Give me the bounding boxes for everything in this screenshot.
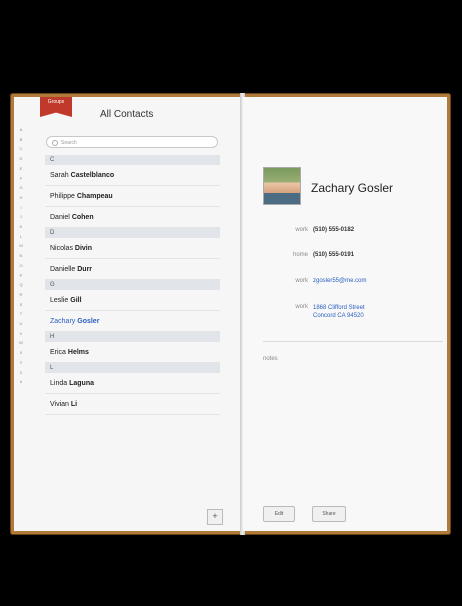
- index-letter[interactable]: S: [20, 300, 23, 310]
- section-header: L: [45, 363, 220, 373]
- contact-row[interactable]: Erica Helms: [45, 342, 220, 363]
- index-letter[interactable]: R: [20, 290, 23, 300]
- contact-last-name: Champeau: [76, 193, 113, 200]
- field-label: work: [295, 278, 308, 284]
- contact-detail-page: Zachary Gosler work (510) 555-0182 home …: [243, 97, 447, 531]
- field-label: home: [292, 252, 308, 258]
- contact-photo: [263, 167, 301, 205]
- index-letter[interactable]: K: [20, 222, 23, 232]
- index-letter[interactable]: P: [20, 271, 23, 281]
- contact-row[interactable]: Sarah Castelblanco: [45, 165, 220, 186]
- index-letter[interactable]: E: [20, 164, 23, 174]
- edit-button[interactable]: Edit: [263, 506, 295, 522]
- index-letter[interactable]: T: [20, 309, 22, 319]
- section-header: H: [45, 332, 220, 342]
- notes-label[interactable]: notes: [263, 356, 308, 362]
- search-placeholder: Search: [61, 140, 77, 146]
- field-work-email[interactable]: work zgosler55@me.com: [263, 278, 438, 290]
- index-letter[interactable]: G: [19, 183, 22, 193]
- share-button[interactable]: Share: [312, 506, 346, 522]
- contact-row[interactable]: Leslie Gill: [45, 290, 220, 311]
- contact-last-name: Cohen: [71, 214, 94, 221]
- field-value[interactable]: zgosler55@me.com: [313, 278, 366, 284]
- contact-last-name: Laguna: [69, 380, 94, 387]
- section-header: G: [45, 280, 220, 290]
- page-title: All Contacts: [100, 109, 154, 120]
- search-icon: [52, 140, 58, 146]
- search-input[interactable]: Search: [46, 136, 218, 148]
- section-header: D: [45, 228, 220, 238]
- index-letter[interactable]: L: [20, 232, 22, 242]
- index-letter[interactable]: O: [19, 261, 22, 271]
- add-contact-button[interactable]: +: [207, 509, 223, 525]
- field-home-phone[interactable]: home (510) 555-0191: [263, 252, 438, 264]
- groups-ribbon-button[interactable]: Groups: [40, 97, 72, 117]
- index-letter[interactable]: M: [19, 241, 22, 251]
- contacts-list-page: A B C D E F G H I J K L M N O P Q R S T U V W X Y Z # Groups All C…: [14, 97, 241, 531]
- contact-row[interactable]: Vivian Li: [45, 394, 220, 415]
- index-letter[interactable]: C: [20, 144, 23, 154]
- field-value[interactable]: (510) 555-0182: [313, 227, 354, 233]
- index-letter[interactable]: V: [20, 329, 23, 339]
- index-letter[interactable]: B: [20, 135, 23, 145]
- index-letter[interactable]: A: [20, 125, 23, 135]
- alphabet-index[interactable]: A B C D E F G H I J K L M N O P Q R S T U V W X Y Z #: [14, 125, 28, 525]
- contact-last-name: Gosler: [77, 318, 100, 325]
- contact-name: Zachary Gosler: [311, 181, 394, 195]
- field-value[interactable]: (510) 555-0191: [313, 252, 354, 258]
- contact-first-name: Nicolas: [50, 245, 73, 252]
- contact-last-name: Castelblanco: [70, 172, 115, 179]
- contact-first-name: Philippe: [50, 193, 75, 200]
- index-letter[interactable]: U: [20, 319, 23, 329]
- field-label: work: [295, 227, 308, 233]
- field-value[interactable]: 1868 Clifford Street Concord CA 94520: [313, 304, 365, 320]
- contact-first-name: Leslie: [50, 297, 69, 304]
- index-letter[interactable]: H: [20, 193, 23, 203]
- field-label: work: [295, 304, 308, 310]
- index-letter[interactable]: F: [20, 174, 22, 184]
- contact-last-name: Divin: [74, 245, 93, 252]
- index-letter[interactable]: D: [20, 154, 23, 164]
- contact-row[interactable]: Zachary Gosler: [45, 311, 220, 332]
- index-letter[interactable]: Y: [20, 358, 23, 368]
- contact-first-name: Zachary: [50, 318, 76, 325]
- contact-last-name: Durr: [77, 266, 93, 273]
- index-letter[interactable]: W: [19, 338, 23, 348]
- contact-first-name: Danielle: [50, 266, 76, 273]
- contact-first-name: Sarah: [50, 172, 69, 179]
- section-header: C: [45, 155, 220, 165]
- divider: [263, 341, 443, 342]
- contact-row[interactable]: Philippe Champeau: [45, 186, 220, 207]
- contact-row[interactable]: Danielle Durr: [45, 259, 220, 280]
- index-letter[interactable]: N: [20, 251, 23, 261]
- index-letter[interactable]: #: [20, 377, 22, 387]
- index-letter[interactable]: Q: [19, 280, 22, 290]
- contact-row[interactable]: Linda Laguna: [45, 373, 220, 394]
- field-work-phone[interactable]: work (510) 555-0182: [263, 227, 438, 239]
- contact-last-name: Li: [70, 401, 78, 408]
- contact-first-name: Linda: [50, 380, 68, 387]
- contact-row[interactable]: Daniel Cohen: [45, 207, 220, 228]
- contact-last-name: Helms: [67, 349, 89, 356]
- index-letter[interactable]: X: [20, 348, 23, 358]
- index-letter[interactable]: Z: [20, 368, 22, 378]
- contact-row[interactable]: Nicolas Divin: [45, 238, 220, 259]
- contact-first-name: Daniel: [50, 214, 70, 221]
- field-work-address[interactable]: work 1868 Clifford Street Concord CA 945…: [263, 304, 438, 326]
- contact-first-name: Vivian: [50, 401, 69, 408]
- index-letter[interactable]: I: [20, 203, 21, 213]
- contacts-book: A B C D E F G H I J K L M N O P Q R S T U V W X Y Z # Groups All C…: [10, 93, 451, 535]
- contact-first-name: Erica: [50, 349, 66, 356]
- index-letter[interactable]: J: [20, 212, 22, 222]
- contact-last-name: Gill: [70, 297, 82, 304]
- contact-list: C Sarah Castelblanco Philippe Champeau Dani…: [45, 155, 220, 415]
